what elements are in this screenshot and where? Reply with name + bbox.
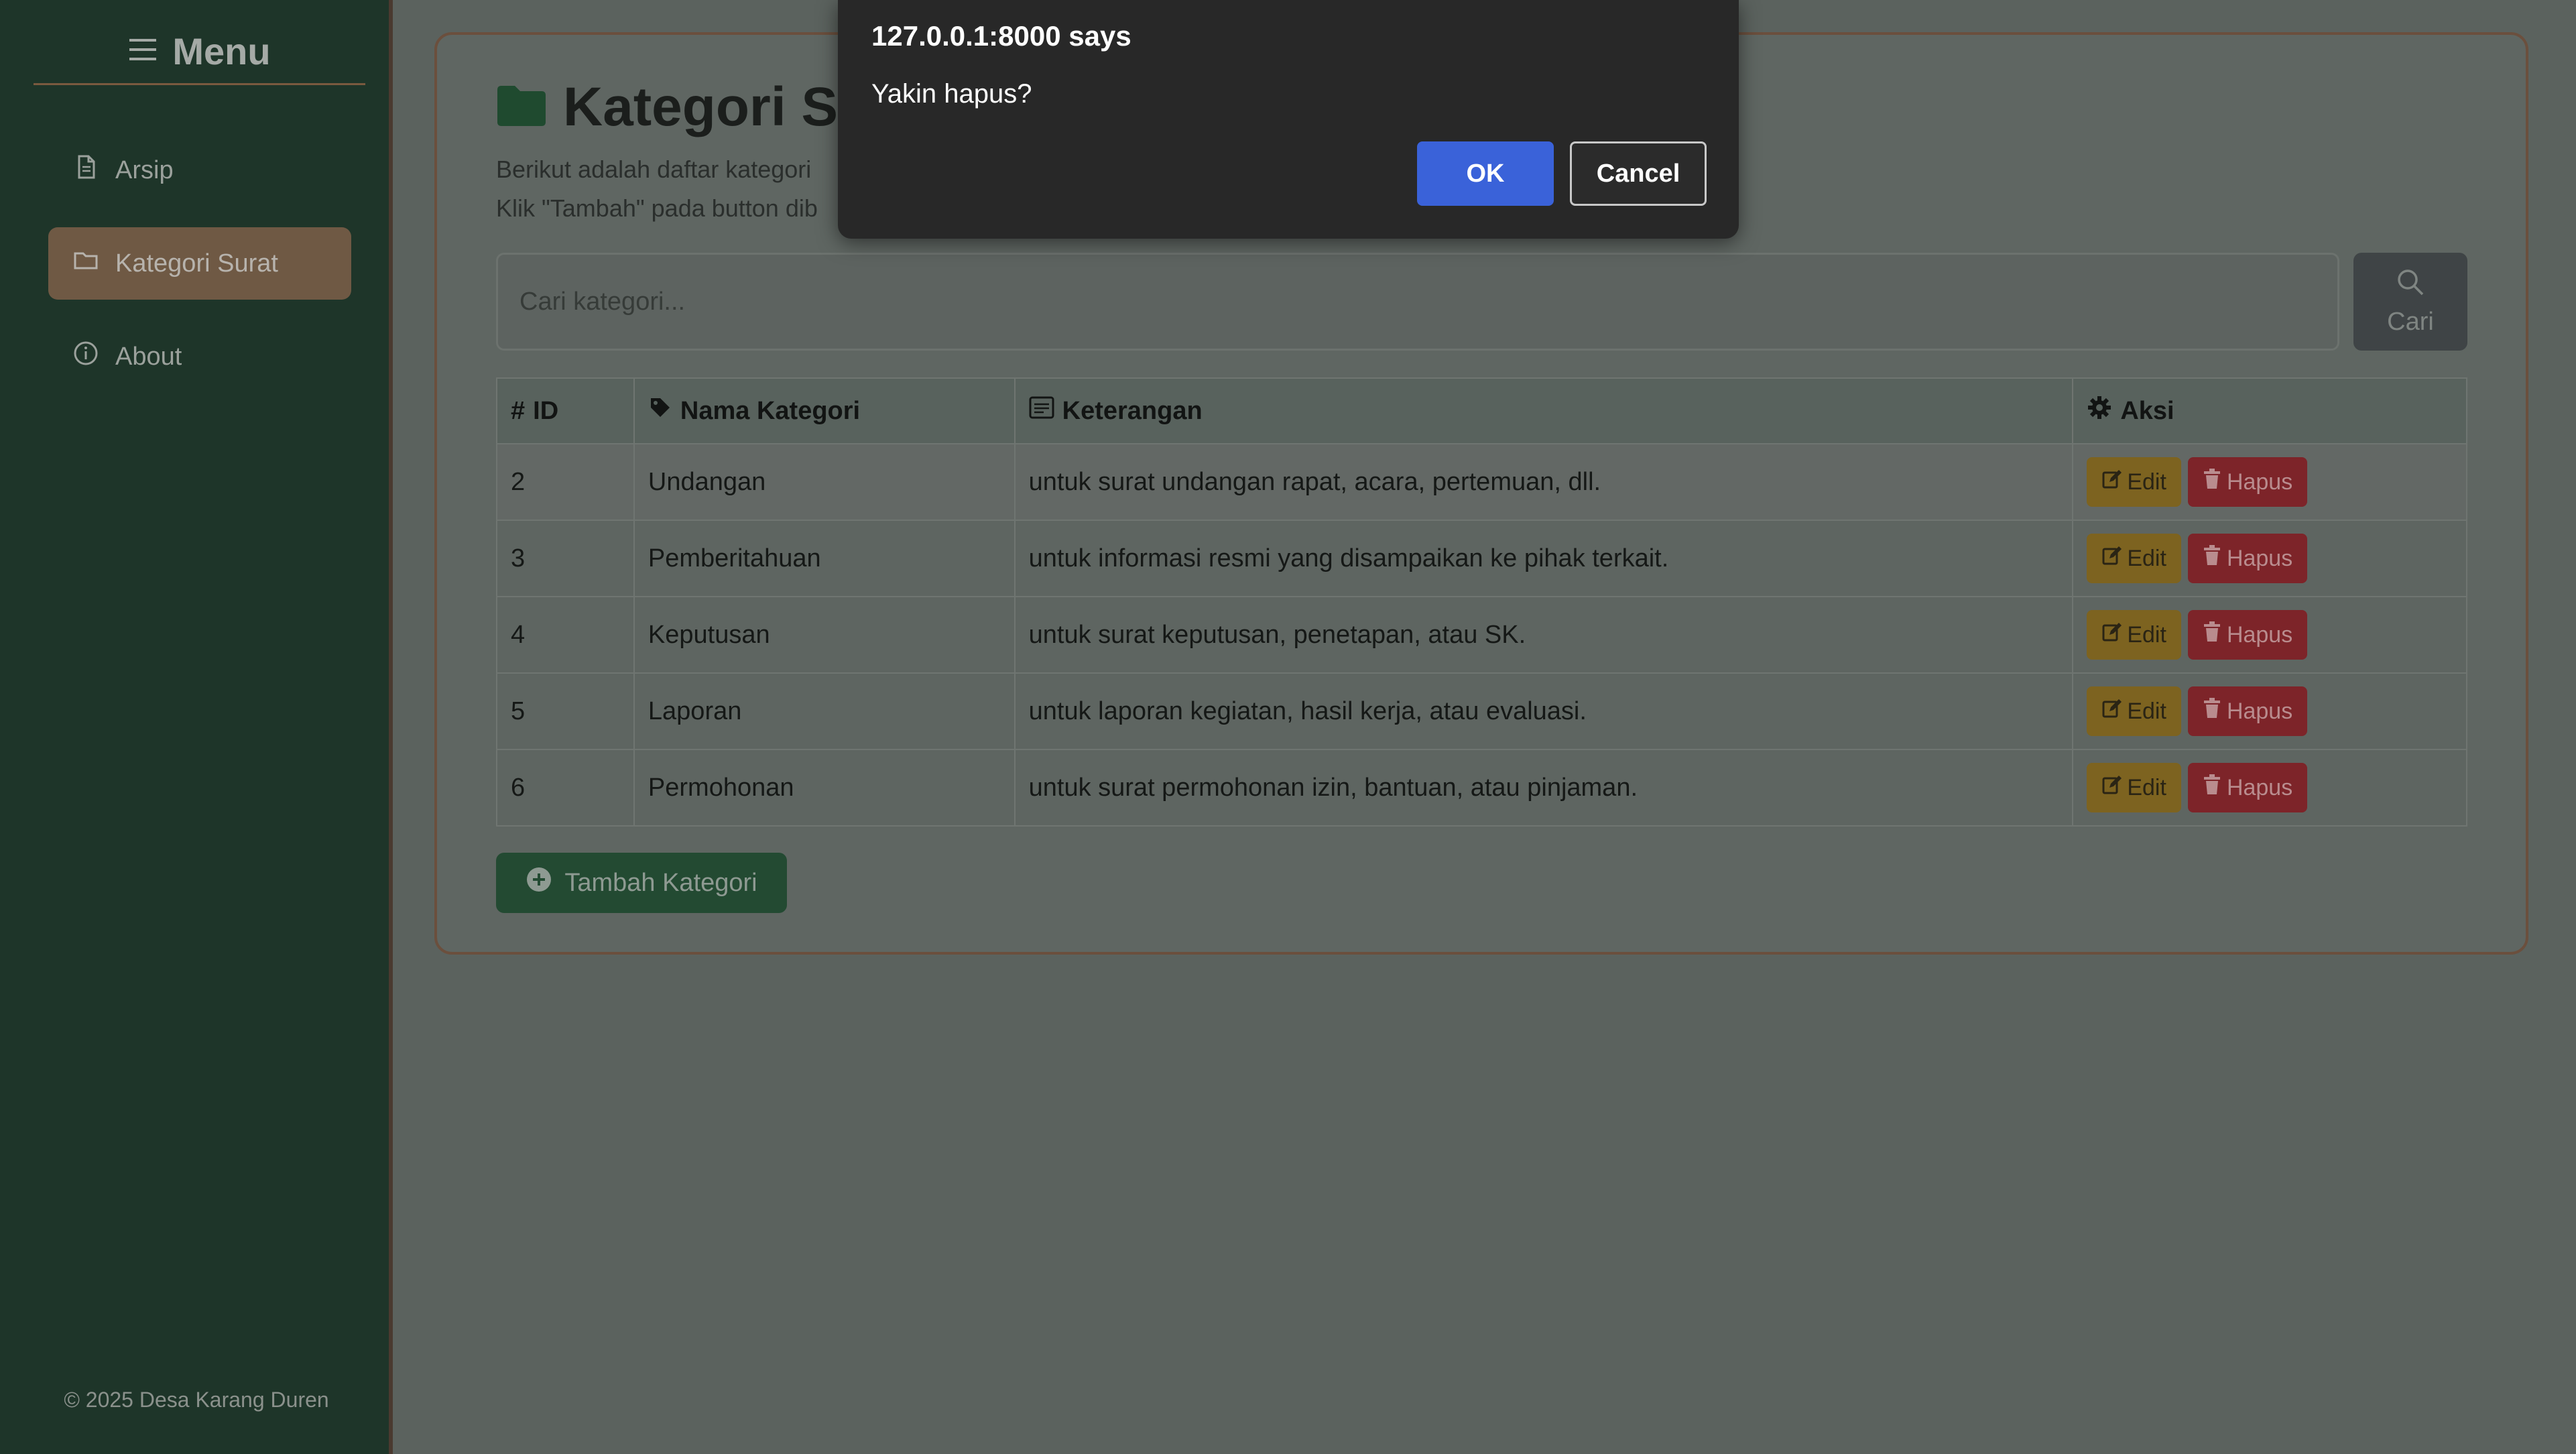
sidebar-item-label: About <box>115 342 182 371</box>
search-icon <box>2396 267 2425 304</box>
search-button-label: Cari <box>2387 307 2434 336</box>
edit-button[interactable]: Edit <box>2087 457 2181 507</box>
folder-icon <box>496 84 547 131</box>
column-header-keterangan: Keterangan <box>1014 377 2074 444</box>
column-header-nama: Nama Kategori <box>633 377 1016 444</box>
table-row: 6 Permohonan untuk surat permohonan izin, … <box>496 749 2467 827</box>
search-button[interactable]: Cari <box>2353 253 2467 351</box>
dialog-title: 127.0.0.1:8000 says <box>871 20 1131 52</box>
sidebar-item-label: Arsip <box>115 156 174 184</box>
pencil-square-icon <box>2101 775 2122 801</box>
table-row: 5 Laporan untuk laporan kegiatan, hasil ke… <box>496 672 2467 750</box>
add-category-label: Tambah Kategori <box>564 868 757 897</box>
gear-icon <box>2087 395 2112 427</box>
pencil-square-icon <box>2101 699 2122 725</box>
cell-id: 4 <box>496 596 635 674</box>
cell-keterangan: untuk surat permohonan izin, bantuan, at… <box>1014 749 2074 827</box>
page-description: Berikut adalah daftar kategori <box>496 156 812 183</box>
cell-aksi: Edit Hapus <box>2072 672 2467 750</box>
sidebar-header: Menu <box>34 19 365 85</box>
pencil-square-icon <box>2101 622 2122 648</box>
search-field[interactable] <box>496 253 2339 351</box>
hamburger-icon[interactable] <box>128 36 158 66</box>
pencil-square-icon <box>2101 469 2122 495</box>
trash-icon <box>2203 697 2221 725</box>
table-row: 2 Undangan untuk surat undangan rapat, aca… <box>496 443 2467 521</box>
cell-id: 6 <box>496 749 635 827</box>
cell-aksi: Edit Hapus <box>2072 443 2467 521</box>
plus-circle-icon <box>526 866 552 900</box>
file-icon <box>72 154 99 187</box>
cell-nama: Undangan <box>633 443 1016 521</box>
sidebar-item-about[interactable]: About <box>48 320 351 393</box>
cell-aksi: Edit Hapus <box>2072 596 2467 674</box>
column-header-id: # ID <box>496 377 635 444</box>
cell-nama: Permohonan <box>633 749 1016 827</box>
search-input[interactable] <box>519 287 2337 316</box>
trash-icon <box>2203 774 2221 802</box>
cell-keterangan: untuk surat keputusan, penetapan, atau S… <box>1014 596 2074 674</box>
sidebar-footer: © 2025 Desa Karang Duren <box>64 1388 329 1412</box>
cell-id: 5 <box>496 672 635 750</box>
edit-button[interactable]: Edit <box>2087 686 2181 736</box>
table-header-row: # ID Nama Kategori Keterangan Aksi <box>496 377 2467 444</box>
column-header-aksi: Aksi <box>2072 377 2467 444</box>
info-icon <box>72 340 99 373</box>
table-row: 3 Pemberitahuan untuk informasi resmi yang… <box>496 520 2467 597</box>
trash-icon <box>2203 544 2221 572</box>
cell-nama: Keputusan <box>633 596 1016 674</box>
confirm-dialog: 127.0.0.1:8000 says Yakin hapus? OK Canc… <box>838 0 1739 239</box>
edit-button[interactable]: Edit <box>2087 763 2181 812</box>
table-row: 4 Keputusan untuk surat keputusan, penetap… <box>496 596 2467 674</box>
card-text-icon <box>1029 396 1054 426</box>
cancel-button[interactable]: Cancel <box>1570 141 1707 206</box>
cell-keterangan: untuk informasi resmi yang disampaikan k… <box>1014 520 2074 597</box>
hapus-button[interactable]: Hapus <box>2187 534 2308 583</box>
hapus-button[interactable]: Hapus <box>2187 610 2308 660</box>
cell-id: 2 <box>496 443 635 521</box>
hapus-button[interactable]: Hapus <box>2187 686 2308 736</box>
ok-button[interactable]: OK <box>1417 141 1554 206</box>
sidebar-item-label: Kategori Surat <box>115 249 278 278</box>
cell-keterangan: untuk laporan kegiatan, hasil kerja, ata… <box>1014 672 2074 750</box>
tag-icon <box>648 396 672 426</box>
hapus-button[interactable]: Hapus <box>2187 457 2308 507</box>
pencil-square-icon <box>2101 546 2122 572</box>
cell-id: 3 <box>496 520 635 597</box>
cell-keterangan: untuk surat undangan rapat, acara, perte… <box>1014 443 2074 521</box>
category-table: # ID Nama Kategori Keterangan Aksi 2 Undan… <box>496 377 2467 827</box>
sidebar-item-kategori-surat[interactable]: Kategori Surat <box>48 227 351 300</box>
hash-icon: # <box>511 396 526 425</box>
cell-nama: Pemberitahuan <box>633 520 1016 597</box>
add-category-button[interactable]: Tambah Kategori <box>496 853 787 913</box>
sidebar-item-arsip[interactable]: Arsip <box>48 134 351 206</box>
dialog-message: Yakin hapus? <box>871 79 1032 109</box>
cell-nama: Laporan <box>633 672 1016 750</box>
cell-aksi: Edit Hapus <box>2072 749 2467 827</box>
trash-icon <box>2203 468 2221 496</box>
sidebar: Menu Arsip Kategori Surat About © 2025 D… <box>0 0 393 1454</box>
edit-button[interactable]: Edit <box>2087 534 2181 583</box>
trash-icon <box>2203 621 2221 649</box>
cell-aksi: Edit Hapus <box>2072 520 2467 597</box>
page-description: Klik "Tambah" pada button dib <box>496 194 818 222</box>
hapus-button[interactable]: Hapus <box>2187 763 2308 812</box>
menu-title: Menu <box>172 29 271 72</box>
edit-button[interactable]: Edit <box>2087 610 2181 660</box>
folder-icon <box>72 247 99 280</box>
